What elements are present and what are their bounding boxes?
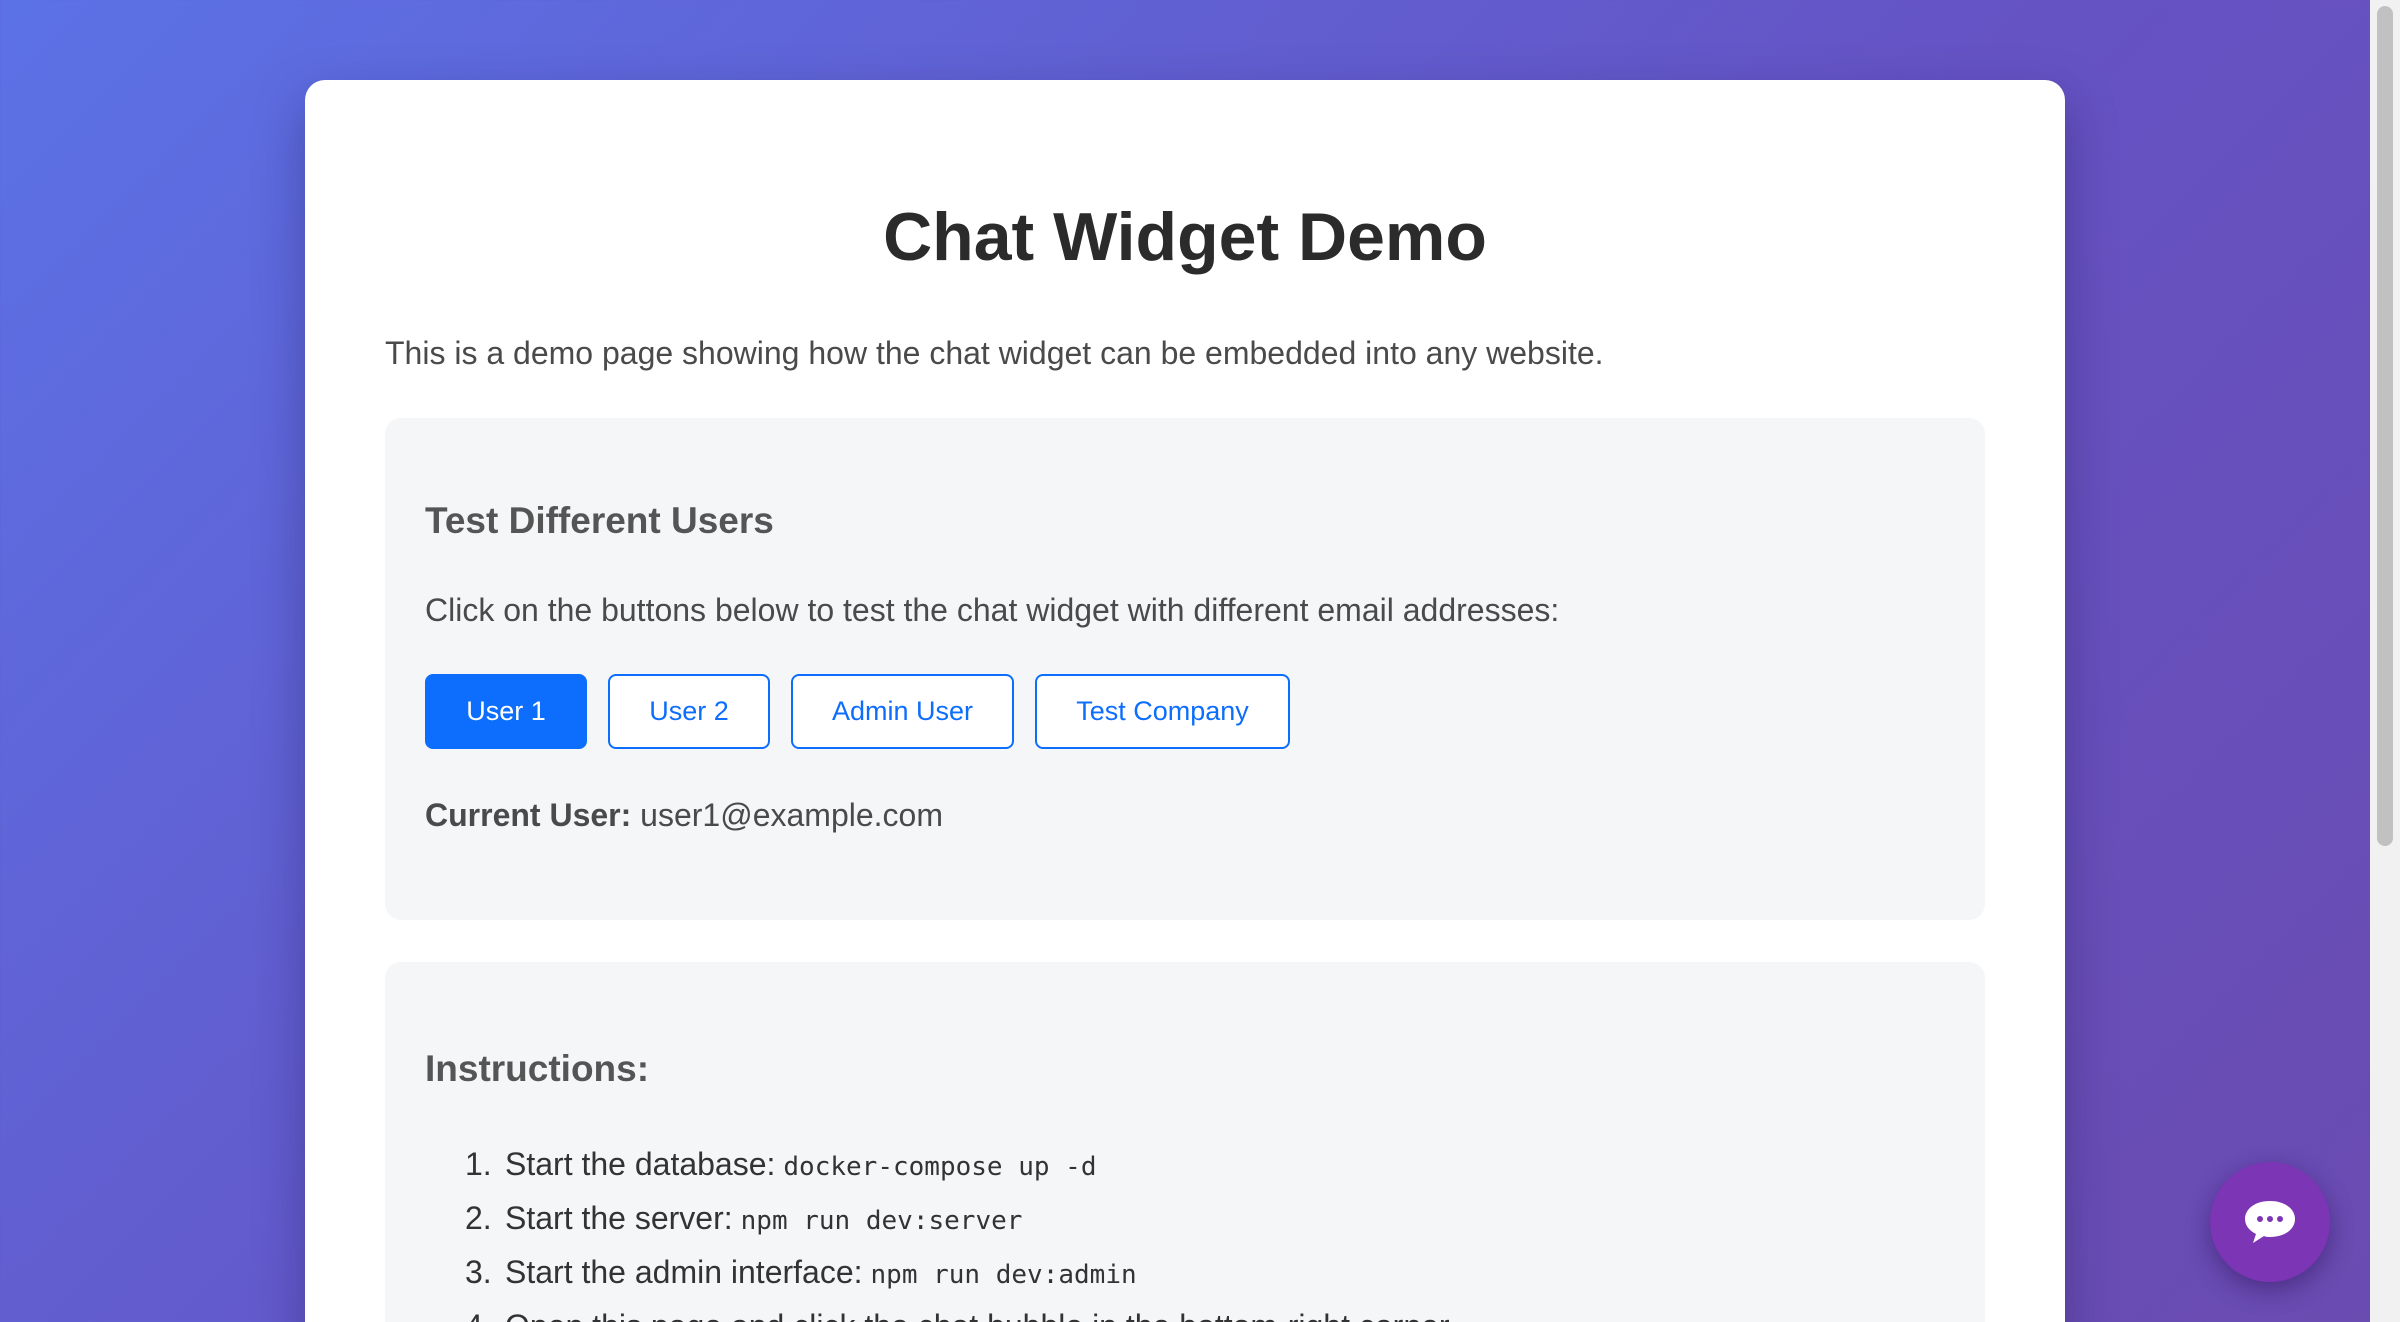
step-number: 2. xyxy=(465,1200,492,1237)
current-user-label: Current User: xyxy=(425,797,632,834)
intro-text: This is a demo page showing how the chat… xyxy=(385,335,1604,372)
page-title: Chat Widget Demo xyxy=(883,199,1487,275)
instruction-step: 3. Start the admin interface: npm run de… xyxy=(465,1247,1945,1301)
step-command: npm run dev:admin xyxy=(870,1260,1137,1291)
step-text: Open this page and click the chat bubble… xyxy=(505,1301,1450,1322)
step-number: 3. xyxy=(465,1254,492,1291)
test-users-description: Click on the buttons below to test the c… xyxy=(425,592,1560,629)
scrollbar-thumb[interactable] xyxy=(2377,6,2393,846)
step-text: Start the server: xyxy=(505,1200,733,1237)
page-scrollbar[interactable] xyxy=(2370,0,2400,1322)
step-command: docker-compose up -d xyxy=(783,1152,1097,1183)
test-company-button[interactable]: Test Company xyxy=(1035,674,1290,750)
test-users-heading: Test Different Users xyxy=(425,500,774,542)
current-user-email: user1@example.com xyxy=(640,797,943,834)
instruction-step: 4. Open this page and click the chat bub… xyxy=(465,1301,1945,1322)
demo-card: Chat Widget Demo This is a demo page sho… xyxy=(305,80,2065,1322)
step-text: Start the admin interface: xyxy=(505,1254,863,1291)
chat-widget-button[interactable] xyxy=(2210,1162,2330,1282)
admin-user-button[interactable]: Admin User xyxy=(791,674,1014,750)
user-1-button[interactable]: User 1 xyxy=(425,674,587,750)
user-2-button[interactable]: User 2 xyxy=(608,674,770,750)
user-button-group: User 1 User 2 Admin User Test Company xyxy=(425,674,1945,750)
instruction-step: 1. Start the database: docker-compose up… xyxy=(465,1139,1945,1193)
step-command: npm run dev:server xyxy=(740,1206,1023,1237)
current-user-line: Current User: user1@example.com xyxy=(425,799,1945,831)
step-number: 1. xyxy=(465,1146,492,1183)
test-users-panel: Test Different Users Click on the button… xyxy=(385,418,1985,921)
step-text: Start the database: xyxy=(505,1146,776,1183)
chat-bubble-icon xyxy=(2245,1201,2295,1243)
instruction-step: 2. Start the server: npm run dev:server xyxy=(465,1193,1945,1247)
instructions-panel: Instructions: 1. Start the database: doc… xyxy=(385,962,1985,1322)
instructions-list: 1. Start the database: docker-compose up… xyxy=(425,1139,1945,1322)
step-number: 4. xyxy=(465,1301,505,1322)
instructions-heading: Instructions: xyxy=(425,1048,650,1090)
